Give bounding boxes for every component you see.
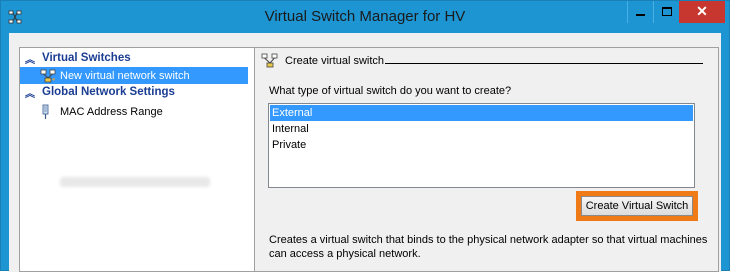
switch-details-panel: Create virtual switch What type of virtu… bbox=[255, 47, 719, 272]
title-bar[interactable]: Virtual Switch Manager for HV ✕ bbox=[1, 1, 729, 33]
create-virtual-switch-button[interactable]: Create Virtual Switch bbox=[581, 196, 693, 216]
network-adapter-icon bbox=[42, 104, 49, 119]
list-item-internal[interactable]: Internal bbox=[270, 121, 693, 137]
virtual-switch-manager-window: Virtual Switch Manager for HV ✕ ︽ Virtua… bbox=[0, 0, 730, 272]
collapse-chevron-icon[interactable]: ︽ bbox=[25, 85, 35, 100]
switch-type-prompt: What type of virtual switch do you want … bbox=[269, 85, 512, 97]
tree-item-label: MAC Address Range bbox=[60, 106, 163, 118]
section-title: Create virtual switch bbox=[285, 55, 385, 67]
create-button-highlight: Create Virtual Switch bbox=[576, 191, 698, 221]
dialog-client-area: ︽ Virtual Switches New virtual network s… bbox=[9, 33, 721, 272]
minimize-icon bbox=[636, 14, 645, 16]
window-title: Virtual Switch Manager for HV bbox=[264, 8, 466, 25]
switch-type-listbox[interactable]: External Internal Private bbox=[268, 103, 695, 188]
switch-type-description: Creates a virtual switch that binds to t… bbox=[269, 234, 708, 260]
minimize-button[interactable] bbox=[627, 1, 653, 23]
global-network-settings-header[interactable]: ︽ Global Network Settings bbox=[20, 84, 254, 101]
virtual-switches-header[interactable]: ︽ Virtual Switches bbox=[20, 50, 254, 67]
list-item-private[interactable]: Private bbox=[270, 137, 693, 153]
collapse-chevron-icon[interactable]: ︽ bbox=[25, 51, 35, 66]
tree-item-new-virtual-network-switch[interactable]: New virtual network switch bbox=[20, 67, 248, 85]
redacted-mac-range-value bbox=[60, 177, 210, 187]
section-divider bbox=[385, 63, 703, 64]
maximize-button[interactable] bbox=[653, 1, 679, 23]
maximize-icon bbox=[662, 7, 672, 16]
virtual-switch-icon bbox=[261, 53, 278, 68]
tree-item-label: New virtual network switch bbox=[60, 70, 190, 82]
tree-item-mac-address-range[interactable]: MAC Address Range bbox=[20, 103, 248, 121]
close-icon: ✕ bbox=[696, 3, 708, 19]
virtual-switch-icon bbox=[40, 69, 56, 83]
list-item-external[interactable]: External bbox=[270, 105, 693, 121]
close-button[interactable]: ✕ bbox=[679, 1, 725, 23]
navigation-tree: ︽ Virtual Switches New virtual network s… bbox=[19, 47, 255, 272]
